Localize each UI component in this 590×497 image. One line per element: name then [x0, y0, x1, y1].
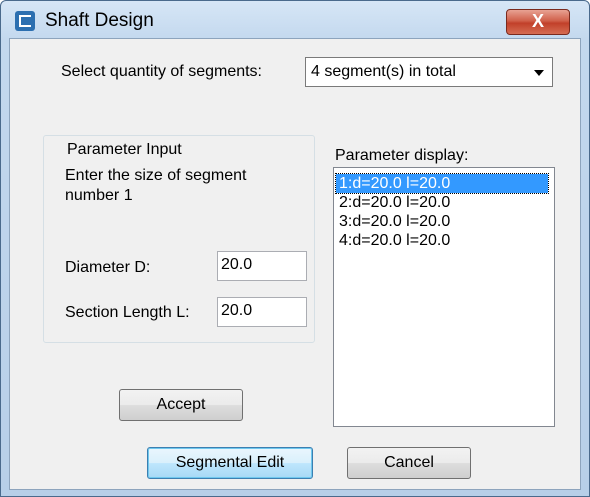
accept-button[interactable]: Accept [119, 389, 243, 421]
list-item[interactable]: 3:d=20.0 l=20.0 [336, 212, 548, 231]
section-length-label: Section Length L: [65, 304, 190, 321]
shaft-design-window: Shaft Design X Select quantity of segmen… [0, 0, 590, 497]
cancel-button[interactable]: Cancel [347, 447, 471, 479]
segmental-edit-button[interactable]: Segmental Edit [147, 447, 313, 479]
diameter-input-value: 20.0 [221, 256, 253, 273]
app-icon [15, 11, 35, 31]
segment-prompt-line1: Enter the size of segment [65, 167, 247, 184]
parameter-display-list[interactable]: 1:d=20.0 l=20.0 2:d=20.0 l=20.0 3:d=20.0… [333, 167, 555, 427]
parameter-display-label: Parameter display: [335, 147, 469, 164]
parameter-input-legend: Parameter Input [65, 141, 184, 159]
segments-dropdown[interactable]: 4 segment(s) in total [305, 57, 553, 87]
segments-dropdown-value: 4 segment(s) in total [311, 63, 456, 80]
segments-label: Select quantity of segments: [61, 63, 262, 80]
list-item[interactable]: 4:d=20.0 l=20.0 [336, 231, 548, 250]
diameter-label: Diameter D: [65, 259, 151, 276]
list-item[interactable]: 2:d=20.0 l=20.0 [336, 193, 548, 212]
segment-prompt-line2: number 1 [65, 187, 133, 204]
window-title: Shaft Design [45, 10, 154, 31]
diameter-input[interactable]: 20.0 [217, 251, 307, 281]
section-length-input-value: 20.0 [221, 302, 253, 319]
list-item[interactable]: 1:d=20.0 l=20.0 [335, 173, 549, 194]
chevron-down-icon[interactable] [534, 70, 544, 76]
title-bar[interactable]: Shaft Design X [1, 1, 589, 37]
close-button[interactable]: X [506, 9, 570, 35]
section-length-input[interactable]: 20.0 [217, 297, 307, 327]
